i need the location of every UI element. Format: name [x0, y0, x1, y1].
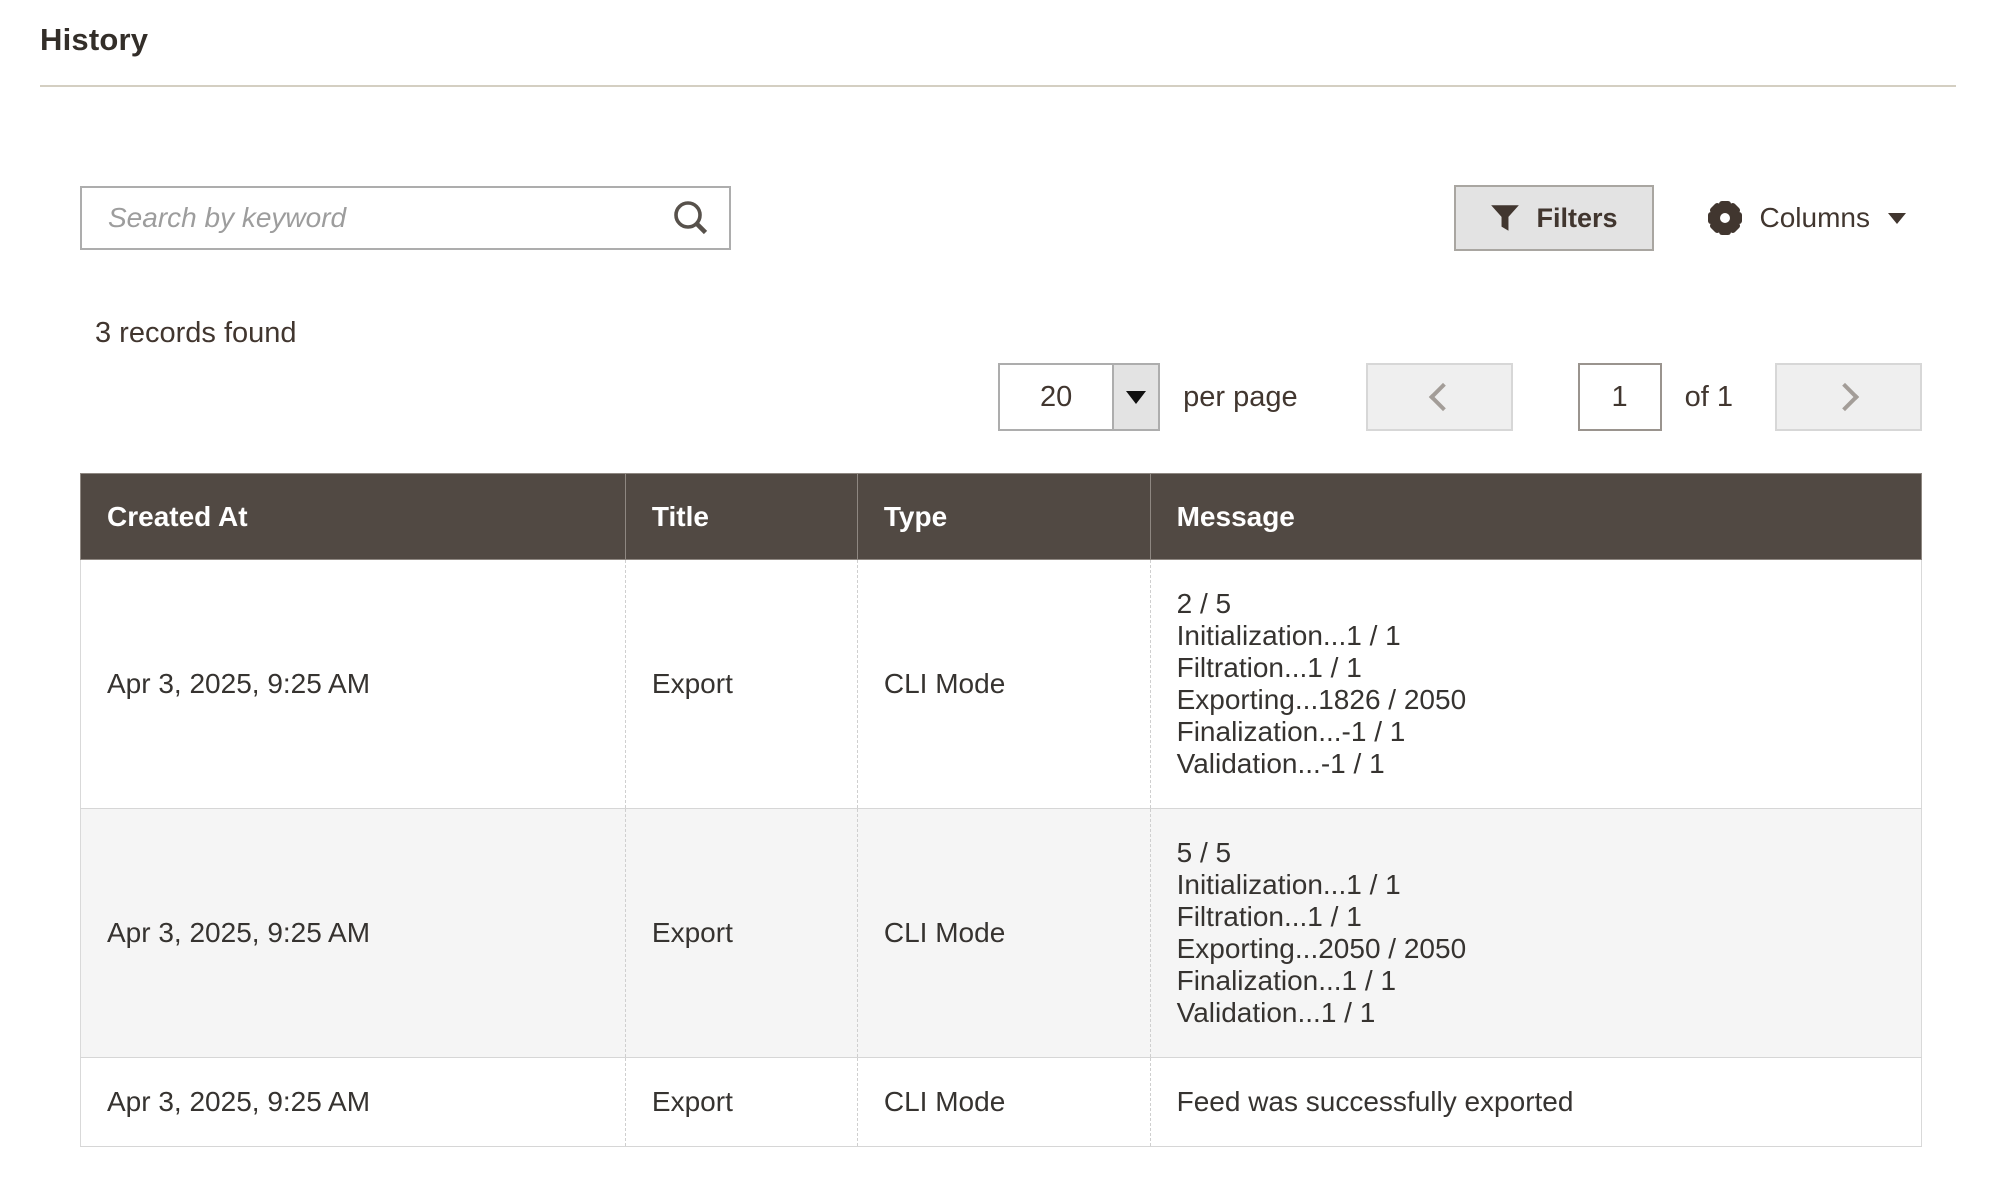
page-title: History: [40, 22, 1956, 58]
gear-icon: [1706, 199, 1744, 237]
per-page-select[interactable]: 20: [998, 363, 1160, 431]
per-page-label: per page: [1183, 381, 1298, 414]
history-page: History: [0, 0, 1996, 1147]
cell-message: 2 / 5 Initialization...1 / 1 Filtration.…: [1150, 560, 1921, 809]
chevron-right-icon: [1830, 383, 1858, 411]
table-row: Apr 3, 2025, 9:25 AM Export CLI Mode 2 /…: [81, 560, 1922, 809]
chevron-left-icon: [1429, 383, 1457, 411]
caret-down-icon: [1126, 391, 1146, 404]
column-header-title[interactable]: Title: [625, 474, 857, 560]
cell-message: Feed was successfully exported: [1150, 1058, 1921, 1147]
columns-control[interactable]: Columns: [1706, 199, 1906, 237]
records-count: 3 records found: [80, 317, 1922, 350]
column-header-created-at[interactable]: Created At: [81, 474, 626, 560]
prev-page-button[interactable]: [1366, 363, 1513, 431]
cell-type: CLI Mode: [857, 1058, 1150, 1147]
history-table: Created At Title Type Message Apr 3, 202…: [80, 473, 1922, 1147]
filters-button[interactable]: Filters: [1454, 185, 1653, 251]
per-page-caret-zone: [1112, 365, 1158, 429]
table-row: Apr 3, 2025, 9:25 AM Export CLI Mode 5 /…: [81, 809, 1922, 1058]
table-row: Apr 3, 2025, 9:25 AM Export CLI Mode Fee…: [81, 1058, 1922, 1147]
search-box: [80, 186, 731, 250]
cell-message: 5 / 5 Initialization...1 / 1 Filtration.…: [1150, 809, 1921, 1058]
next-page-button[interactable]: [1775, 363, 1922, 431]
grid-toolbar: Filters Columns: [80, 185, 1922, 251]
columns-label: Columns: [1760, 202, 1870, 234]
cell-title: Export: [625, 809, 857, 1058]
total-pages-label: of 1: [1685, 381, 1733, 414]
toolbar-actions: Filters Columns: [1454, 185, 1922, 251]
cell-type: CLI Mode: [857, 809, 1150, 1058]
column-header-type[interactable]: Type: [857, 474, 1150, 560]
cell-created-at: Apr 3, 2025, 9:25 AM: [81, 560, 626, 809]
cell-type: CLI Mode: [857, 560, 1150, 809]
search-icon[interactable]: [671, 198, 711, 238]
filter-funnel-icon: [1490, 203, 1520, 233]
pagination-bar: 20 per page of 1: [80, 363, 1922, 431]
table-header-row: Created At Title Type Message: [81, 474, 1922, 560]
page-number-input[interactable]: [1578, 363, 1662, 431]
per-page-value: 20: [1000, 365, 1112, 429]
column-header-message[interactable]: Message: [1150, 474, 1921, 560]
cell-created-at: Apr 3, 2025, 9:25 AM: [81, 809, 626, 1058]
cell-title: Export: [625, 560, 857, 809]
search-input[interactable]: [82, 188, 729, 248]
cell-title: Export: [625, 1058, 857, 1147]
chevron-down-icon: [1888, 213, 1906, 224]
title-divider: [40, 85, 1956, 87]
history-grid-area: Filters Columns 3 records found 20: [80, 185, 1922, 1147]
cell-created-at: Apr 3, 2025, 9:25 AM: [81, 1058, 626, 1147]
filters-button-label: Filters: [1536, 203, 1617, 234]
